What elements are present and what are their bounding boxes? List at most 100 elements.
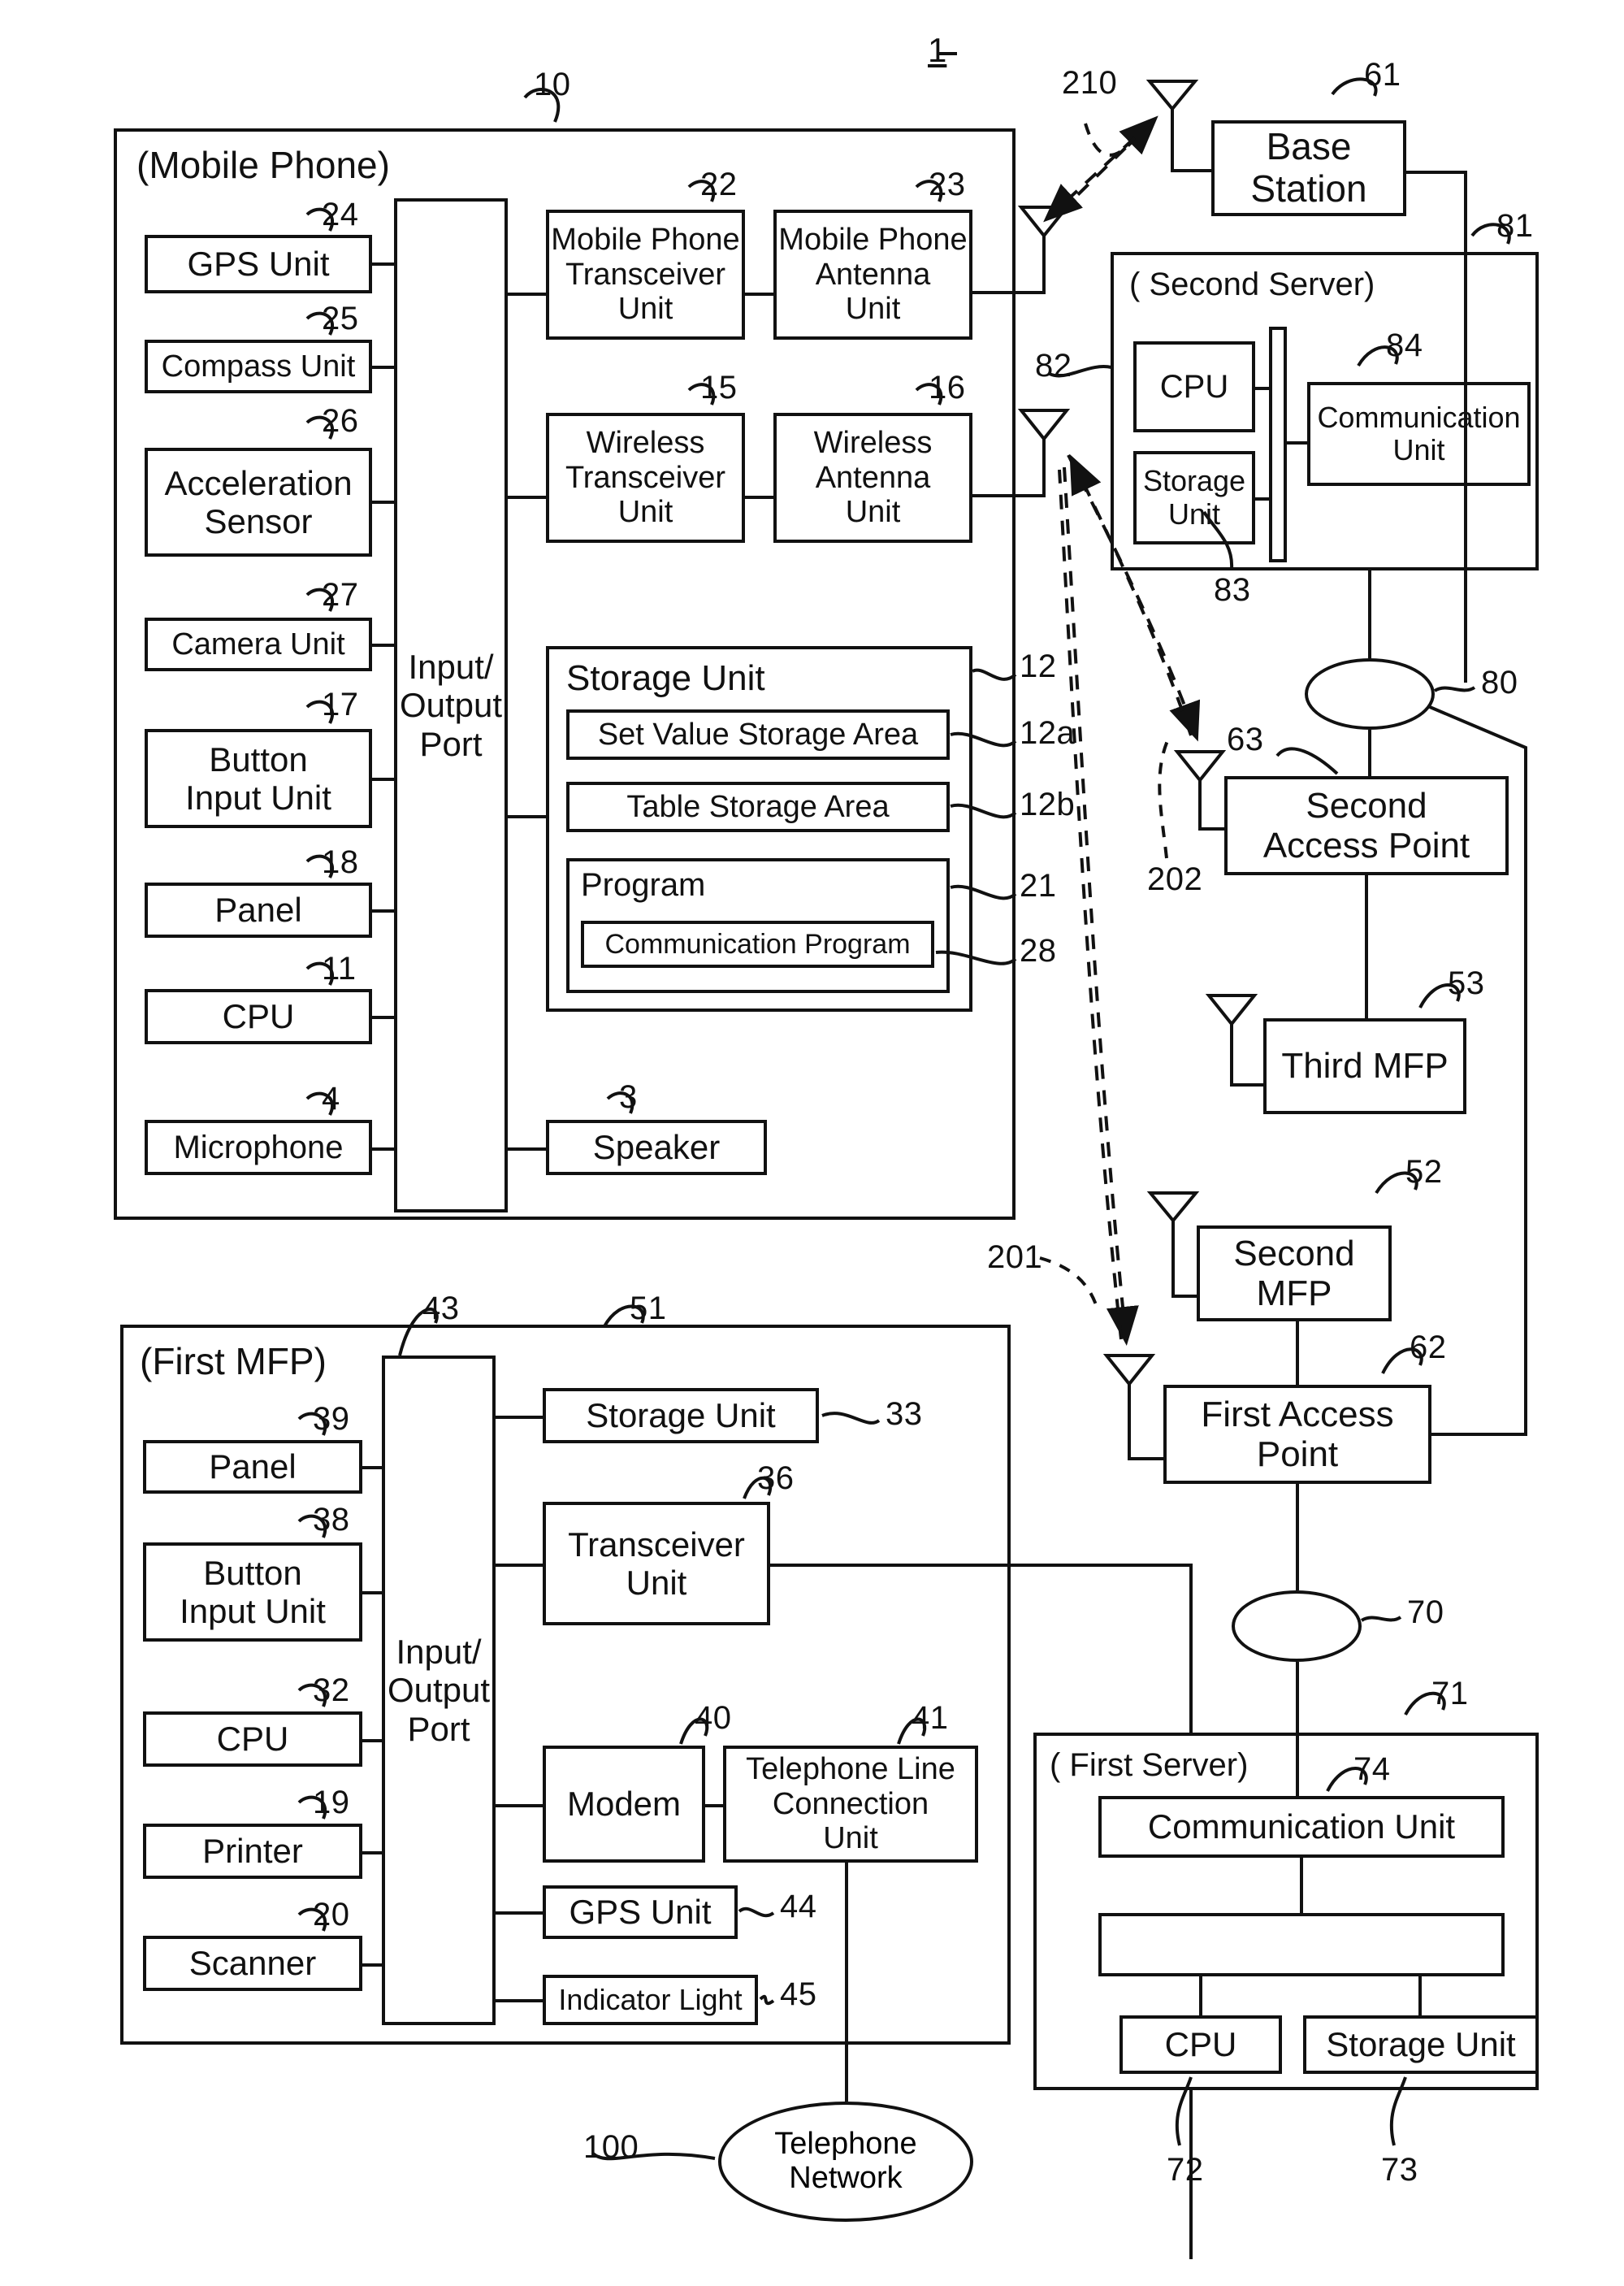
ref-52: 52 (1405, 1154, 1443, 1190)
ref-11: 11 (322, 951, 357, 987)
mobile-phone-transceiver-unit: Mobile Phone Transceiver Unit (546, 210, 745, 340)
ref-74: 74 (1353, 1751, 1391, 1787)
signal-210-arrow-down (1043, 119, 1155, 223)
second-mfp: Second MFP (1197, 1225, 1392, 1321)
signal-210-leader (1084, 123, 1143, 157)
signal-201-arrow-up (1058, 469, 1123, 1340)
first-mfp-panel: Panel (143, 1440, 362, 1494)
mobile-gps-unit: GPS Unit (145, 235, 372, 293)
mobile-acceleration-sensor: Acceleration Sensor (145, 448, 372, 557)
conn-microphone-io (372, 1147, 395, 1151)
ref-73: 73 (1381, 2152, 1418, 2188)
conn-button-io (372, 778, 395, 781)
conn-telline-network (845, 1863, 848, 2102)
conn-wltx-wlant (745, 496, 774, 499)
mobile-compass-unit: Compass Unit (145, 340, 372, 393)
signal-201-leader (1039, 1256, 1098, 1308)
set-value-storage-area: Set Value Storage Area (566, 709, 950, 760)
first-server-bus (1098, 1913, 1505, 1976)
first-mfp-printer: Printer (143, 1824, 362, 1879)
conn-mfp-scanner-io (362, 1963, 383, 1967)
first-mfp-cpu: CPU (143, 1711, 362, 1767)
antenna-first-access-point (1102, 1354, 1163, 1460)
ref-43: 43 (422, 1290, 460, 1326)
first-mfp-title: (First MFP) (140, 1340, 327, 1382)
conn-panel-io (372, 909, 395, 913)
first-mfp-transceiver-unit: Transceiver Unit (543, 1502, 770, 1625)
ref-17: 17 (322, 687, 359, 722)
ref-210: 210 (1062, 65, 1118, 101)
signal-210-arrow-up (1058, 115, 1158, 215)
mobile-microphone: Microphone (145, 1120, 372, 1175)
first-mfp-telephone-line-connection-unit: Telephone Line Connection Unit (723, 1746, 978, 1863)
second-server-communication-unit: Communication Unit (1307, 382, 1531, 486)
mobile-storage-unit-label: Storage Unit (566, 658, 765, 698)
conn-fs-bus-cpu (1199, 1975, 1202, 2017)
ref-81: 81 (1496, 208, 1534, 244)
mobile-panel: Panel (145, 883, 372, 938)
figure-number: 1 (928, 31, 947, 69)
ref-38: 38 (313, 1502, 350, 1538)
first-mfp-indicator-light: Indicator Light (543, 1975, 758, 2025)
ref-83: 83 (1214, 572, 1251, 608)
conn-mfp-cpu-io (362, 1739, 383, 1742)
mobile-camera-unit: Camera Unit (145, 618, 372, 671)
ref-27: 27 (322, 577, 359, 613)
ref-23: 23 (929, 167, 966, 202)
conn-ss-cpu-bus (1255, 387, 1271, 390)
ref-19: 19 (313, 1785, 350, 1820)
conn-mfpio-storage (496, 1416, 543, 1419)
wireless-antenna-unit: Wireless Antenna Unit (773, 413, 972, 543)
ref-18: 18 (322, 844, 359, 880)
conn-mfp-printer-io (362, 1851, 383, 1854)
leader-70 (1360, 1616, 1402, 1622)
ref-39: 39 (313, 1401, 350, 1437)
ref-61: 61 (1364, 57, 1401, 93)
telephone-network-cloud: Telephone Network (718, 2102, 973, 2222)
first-server-cpu: CPU (1119, 2015, 1282, 2074)
conn-mfpio-indicator (496, 1999, 543, 2002)
ref-15: 15 (700, 370, 738, 406)
conn-accel-io (372, 501, 395, 504)
ref-16: 16 (929, 370, 966, 406)
ref-22: 22 (700, 167, 738, 202)
conn-ss-storage-bus (1255, 497, 1271, 501)
ref-24: 24 (322, 197, 359, 232)
first-access-point: First Access Point (1163, 1385, 1431, 1484)
third-mfp: Third MFP (1263, 1018, 1466, 1114)
second-server-cpu: CPU (1133, 341, 1255, 432)
conn-compass-io (372, 366, 395, 369)
second-server-bus (1269, 327, 1287, 562)
mobile-cpu: CPU (145, 989, 372, 1044)
mobile-button-input-unit: Button Input Unit (145, 729, 372, 828)
mobile-phone-antenna-unit: Mobile Phone Antenna Unit (773, 210, 972, 340)
conn-fs-comm-bus (1300, 1858, 1303, 1915)
ref-51: 51 (630, 1290, 667, 1326)
ref-71: 71 (1431, 1676, 1469, 1711)
leader-80 (1433, 686, 1476, 692)
conn-mfp-button-io (362, 1591, 383, 1594)
conn-mfpio-modem (496, 1804, 543, 1807)
program-label: Program (581, 867, 706, 903)
conn-modem-telline (705, 1804, 723, 1807)
ref-80: 80 (1481, 665, 1518, 701)
network-cloud-80 (1305, 658, 1435, 730)
ref-12b: 12b (1020, 787, 1076, 822)
conn-ss-bus-comm (1286, 441, 1309, 445)
ref-4: 4 (322, 1081, 340, 1117)
first-server-storage-unit: Storage Unit (1303, 2015, 1539, 2074)
ref-28: 28 (1020, 933, 1057, 969)
ref-82: 82 (1035, 348, 1072, 384)
second-server-storage-unit: Storage Unit (1133, 451, 1255, 544)
ref-100: 100 (583, 2129, 639, 2165)
ref-40: 40 (695, 1700, 732, 1736)
ref-25: 25 (322, 301, 359, 336)
mobile-io-port: Input/ Output Port (394, 198, 508, 1212)
ref-36: 36 (757, 1460, 795, 1496)
ref-26: 26 (322, 403, 359, 439)
conn-camera-io (372, 644, 395, 647)
ref-12a: 12a (1020, 715, 1076, 751)
patent-figure-sheet: 1 (Mobile Phone) 10 Input/ Output Port G… (0, 0, 1624, 2286)
first-server-communication-unit: Communication Unit (1098, 1796, 1505, 1858)
antenna-base-station (1145, 80, 1211, 172)
